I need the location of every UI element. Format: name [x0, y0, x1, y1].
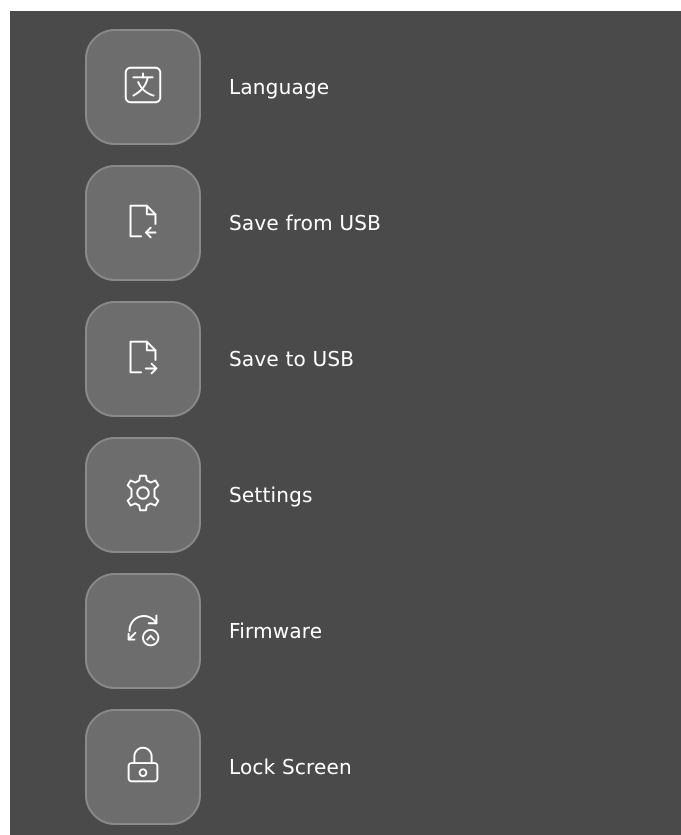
- menu-item-language[interactable]: Language: [85, 27, 329, 147]
- menu-label-firmware: Firmware: [229, 619, 323, 643]
- menu-label-lock-screen: Lock Screen: [229, 755, 352, 779]
- language-button[interactable]: [85, 29, 201, 145]
- lock-screen-button[interactable]: [85, 709, 201, 825]
- file-import-icon: [120, 198, 166, 249]
- settings-button[interactable]: [85, 437, 201, 553]
- menu-item-save-from-usb[interactable]: Save from USB: [85, 163, 381, 283]
- menu-label-save-from-usb: Save from USB: [229, 211, 382, 235]
- lock-icon: [120, 742, 166, 793]
- menu-item-settings[interactable]: Settings: [85, 435, 313, 555]
- save-from-usb-button[interactable]: [85, 165, 201, 281]
- menu-label-settings: Settings: [229, 483, 313, 507]
- firmware-button[interactable]: [85, 573, 201, 689]
- file-export-icon: [120, 334, 166, 385]
- menu-label-save-to-usb: Save to USB: [229, 347, 355, 371]
- save-to-usb-button[interactable]: [85, 301, 201, 417]
- menu-item-save-to-usb[interactable]: Save to USB: [85, 299, 354, 419]
- menu-item-lock-screen[interactable]: Lock Screen: [85, 707, 352, 827]
- gear-icon: [120, 470, 166, 521]
- firmware-update-icon: [120, 606, 166, 657]
- menu-item-firmware[interactable]: Firmware: [85, 571, 322, 691]
- language-icon: [120, 62, 166, 113]
- menu-label-language: Language: [229, 75, 330, 99]
- menu-panel: Language Save from USB Save to USB Setti…: [10, 11, 681, 835]
